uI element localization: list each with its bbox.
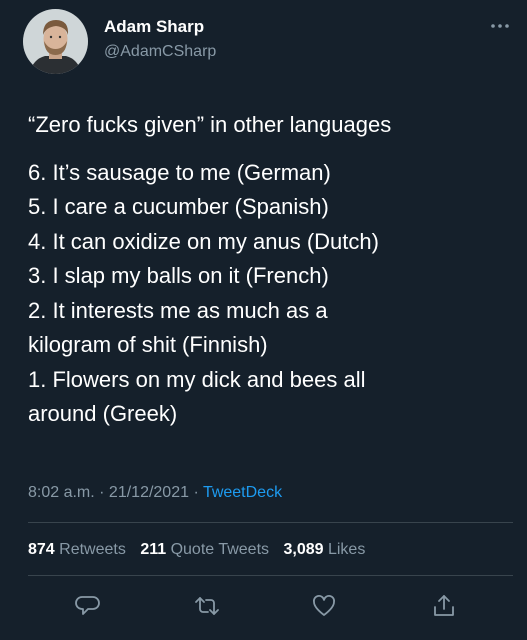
tweet-text: “Zero fucks given” in other languages 6.… bbox=[28, 108, 513, 432]
tweet-headline: “Zero fucks given” in other languages bbox=[28, 112, 392, 137]
likes-stat[interactable]: 3,089 Likes bbox=[283, 541, 365, 558]
tweet-line: 3. I slap my balls on it (French) bbox=[28, 263, 329, 288]
tweet-meta: 8:02 a.m. · 21/12/2021 · TweetDeck bbox=[28, 484, 282, 502]
tweet-time[interactable]: 8:02 a.m. bbox=[28, 484, 95, 501]
tweet-line: kilogram of shit (Finnish) bbox=[28, 332, 268, 357]
tweet-line: 4. It can oxidize on my anus (Dutch) bbox=[28, 228, 379, 254]
tweet-actions bbox=[0, 592, 527, 622]
tweet-line: 1. Flowers on my dick and bees all bbox=[28, 366, 366, 392]
retweet-icon[interactable] bbox=[193, 592, 221, 620]
tweet-line: 6. It’s sausage to me (German) bbox=[28, 159, 331, 185]
tweet-source-link[interactable]: TweetDeck bbox=[203, 484, 282, 501]
quote-tweets-label: Quote Tweets bbox=[170, 541, 270, 558]
likes-label: Likes bbox=[327, 541, 366, 558]
user-handle[interactable]: @AdamCSharp bbox=[104, 43, 216, 61]
meta-separator: · bbox=[94, 484, 109, 501]
likes-count: 3,089 bbox=[283, 541, 324, 558]
quote-tweets-stat[interactable]: 211 Quote Tweets bbox=[140, 541, 269, 558]
meta-separator: · bbox=[189, 484, 203, 501]
share-icon[interactable] bbox=[430, 592, 458, 620]
more-horizontal-icon[interactable] bbox=[489, 18, 511, 28]
divider bbox=[28, 575, 513, 576]
avatar[interactable] bbox=[23, 9, 88, 74]
tweet-date[interactable]: 21/12/2021 bbox=[109, 484, 189, 501]
quote-tweets-count: 211 bbox=[140, 541, 167, 558]
retweets-label: Retweets bbox=[59, 541, 126, 558]
tweet-line: 2. It interests me as much as a bbox=[28, 297, 328, 323]
tweet-card: Adam Sharp @AdamCSharp “Zero fucks given… bbox=[0, 0, 527, 640]
divider bbox=[28, 522, 513, 523]
tweet-stats: 874 Retweets 211 Quote Tweets 3,089 Like… bbox=[28, 541, 375, 559]
heart-icon[interactable] bbox=[310, 592, 338, 620]
tweet-line: around (Greek) bbox=[28, 401, 178, 426]
display-name[interactable]: Adam Sharp bbox=[104, 17, 204, 37]
reply-icon[interactable] bbox=[74, 592, 102, 620]
retweets-stat[interactable]: 874 Retweets bbox=[28, 541, 126, 558]
retweets-count: 874 bbox=[28, 541, 55, 558]
tweet-line: 5. I care a cucumber (Spanish) bbox=[28, 194, 329, 219]
